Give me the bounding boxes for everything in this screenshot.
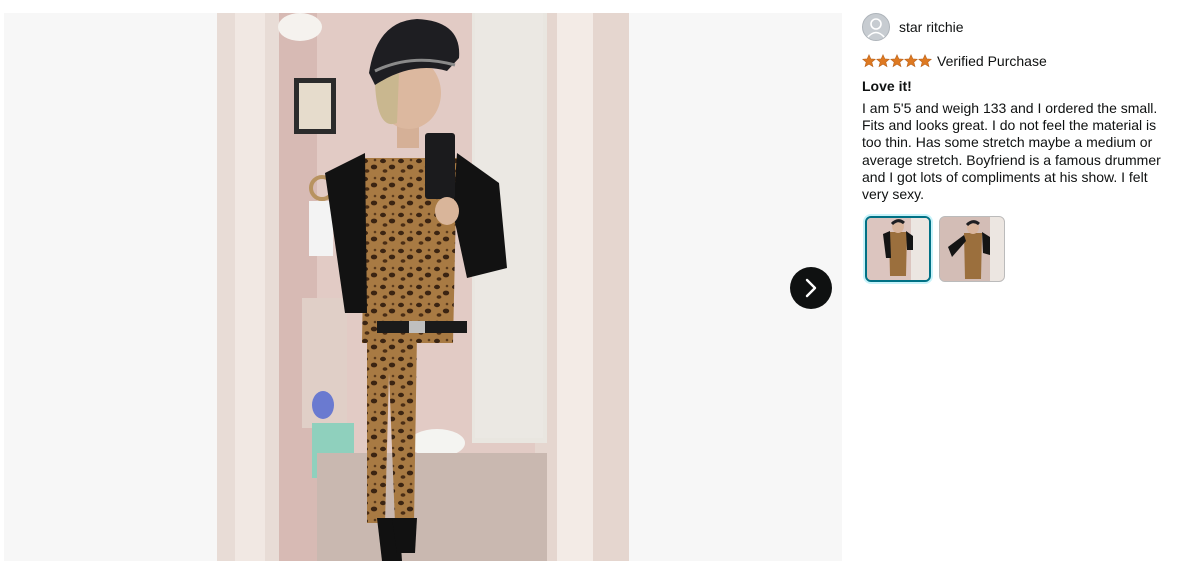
star-icon [918,53,932,67]
reviewer-name[interactable]: star ritchie [899,19,964,35]
reviewer-profile[interactable]: star ritchie [862,13,1174,41]
thumbnail-strip [862,216,1174,283]
star-icon [876,53,890,67]
review-panel: star ritchie Verified Purchase Love it! … [862,13,1174,283]
person-avatar-icon [862,13,890,41]
thumbnail-1[interactable] [865,216,931,283]
next-image-button[interactable] [790,267,832,309]
review-title: Love it! [862,78,912,94]
image-viewer [4,13,842,561]
review-photo [217,13,629,561]
thumbnail-2[interactable] [939,216,1005,283]
star-icon [890,53,904,67]
thumbnail-image [940,217,1004,282]
star-rating[interactable] [862,53,932,68]
review-photo-image [217,13,629,561]
review-body: I am 5'5 and weigh 133 and I ordered the… [862,100,1161,203]
thumbnail-image [867,218,929,281]
star-icon [862,53,876,67]
star-icon [904,53,918,67]
verified-purchase-badge: Verified Purchase [937,52,1047,69]
chevron-right-icon [805,278,817,298]
rating-row: Verified Purchase [862,48,1174,73]
